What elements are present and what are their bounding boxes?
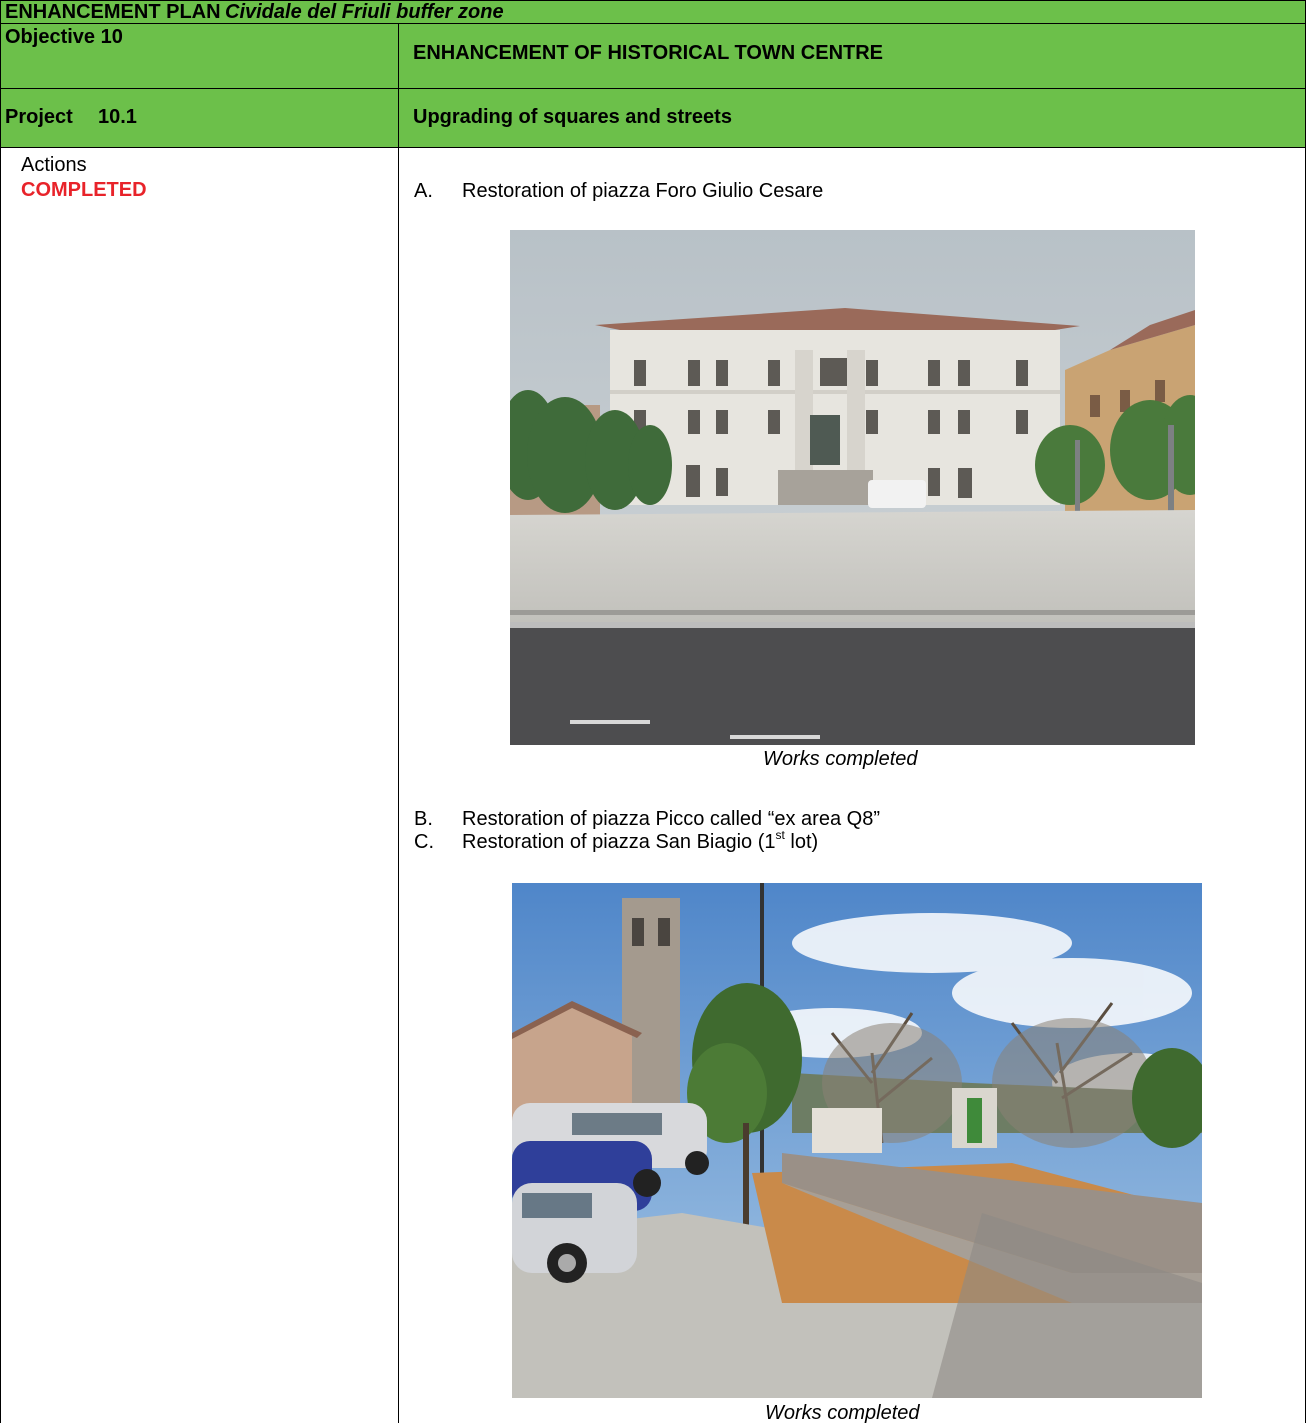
objective-title-cell: ENHANCEMENT OF HISTORICAL TOWN CENTRE [398,23,1306,89]
item-c-text: Restoration of piazza San Biagio (1st lo… [462,828,819,854]
actions-status: COMPLETED [21,179,147,201]
item-c-letter: C. [414,831,434,853]
item-a-text: Restoration of piazza Foro Giulio Cesare [462,180,824,202]
photo-piazza-san-biagio [512,883,1202,1398]
photo-piazza-foro-giulio-cesare [510,230,1195,745]
objective-label-cell: Objective 10 [0,23,399,89]
project-title: Upgrading of squares and streets [413,106,732,128]
plan-label: ENHANCEMENT PLAN [5,1,221,23]
caption-photo-1: Works completed [763,748,918,770]
project-label: Project [5,106,73,128]
item-c-text-after: lot) [784,831,819,853]
item-b-letter: B. [414,808,433,830]
caption-photo-2: Works completed [765,1402,920,1424]
item-a-letter: A. [414,180,433,202]
item-c-sup: st [775,828,785,842]
project-label-cell: Project 10.1 [0,88,399,148]
objective-title: ENHANCEMENT OF HISTORICAL TOWN CENTRE [413,42,884,64]
item-b-text: Restoration of piazza Picco called “ex a… [462,808,880,830]
project-number: 10.1 [98,106,137,128]
actions-label: Actions [21,154,87,176]
plan-title-band: ENHANCEMENT PLAN Cividale del Friuli buf… [0,0,1306,24]
objective-label: Objective 10 [5,26,123,48]
plan-subtitle: Cividale del Friuli buffer zone [225,1,504,23]
item-c-text-before: Restoration of piazza San Biagio (1 [462,831,776,853]
enhancement-plan-sheet: ENHANCEMENT PLAN Cividale del Friuli buf… [0,0,1306,1424]
actions-cell: Actions COMPLETED [0,147,399,1423]
project-title-cell: Upgrading of squares and streets [398,88,1306,148]
